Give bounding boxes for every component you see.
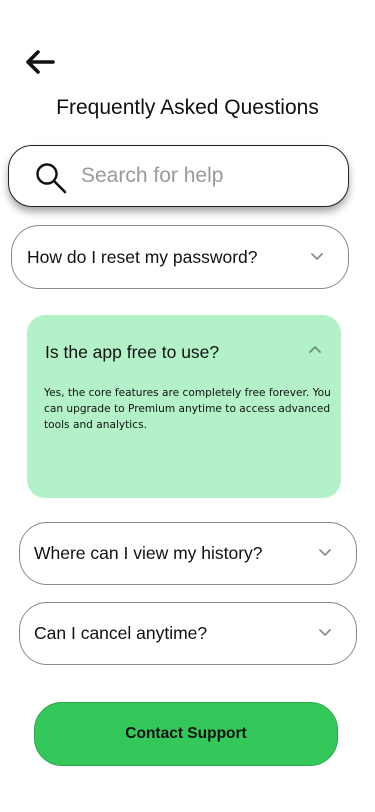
chevron-down-icon [319, 629, 331, 636]
contact-support-button[interactable]: Contact Support [34, 702, 338, 766]
search-bar[interactable] [8, 145, 349, 207]
faq-question: Is the app free to use? [45, 342, 220, 362]
faq-item-cancel-anytime[interactable]: Can I cancel anytime? [19, 602, 357, 665]
faq-question: How do I reset my password? [27, 247, 258, 267]
search-icon [36, 163, 67, 194]
search-input[interactable] [81, 158, 331, 194]
chevron-up-icon [309, 346, 321, 353]
arrow-left-icon [26, 50, 55, 74]
page-title: Frequently Asked Questions [56, 96, 319, 119]
chevron-down-icon [311, 253, 323, 260]
faq-question: Where can I view my history? [34, 543, 263, 563]
chevron-down-icon [319, 549, 331, 556]
faq-answer: Yes, the core features are completely fr… [44, 387, 331, 431]
faq-item-reset-password[interactable]: How do I reset my password? [11, 225, 349, 289]
faq-question: Can I cancel anytime? [34, 623, 208, 643]
faq-item-view-history[interactable]: Where can I view my history? [19, 522, 357, 585]
back-button[interactable] [24, 46, 56, 78]
faq-item-app-free[interactable]: Is the app free to use? Yes, the core fe… [27, 315, 341, 498]
